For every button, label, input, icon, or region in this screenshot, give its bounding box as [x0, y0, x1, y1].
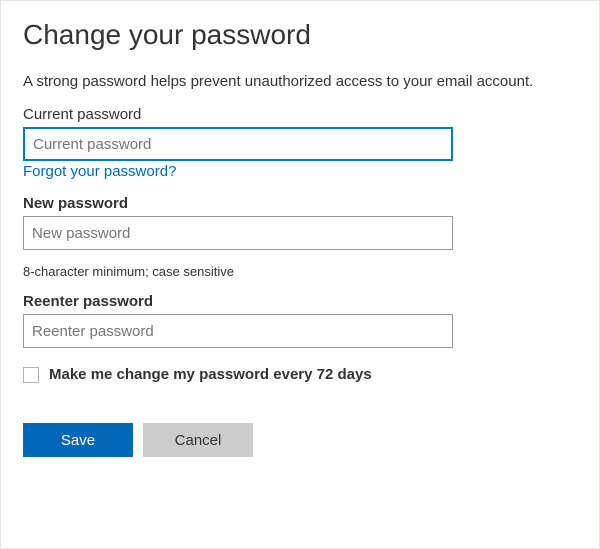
new-password-group: New password [23, 195, 577, 250]
new-password-input[interactable] [23, 216, 453, 250]
reenter-password-label: Reenter password [23, 293, 577, 310]
new-password-label: New password [23, 195, 577, 212]
reenter-password-input[interactable] [23, 314, 453, 348]
page-title: Change your password [23, 19, 577, 51]
reenter-password-group: Reenter password [23, 293, 577, 348]
rotate-password-checkbox[interactable] [23, 367, 39, 383]
current-password-label: Current password [23, 106, 577, 123]
rotate-password-label: Make me change my password every 72 days [49, 366, 372, 383]
cancel-button[interactable]: Cancel [143, 423, 253, 457]
current-password-input[interactable] [23, 127, 453, 161]
helper-text: A strong password helps prevent unauthor… [23, 73, 577, 90]
password-hint: 8-character minimum; case sensitive [23, 264, 577, 279]
rotate-password-row: Make me change my password every 72 days [23, 366, 577, 383]
current-password-group: Current password Forgot your password? [23, 106, 577, 181]
button-row: Save Cancel [23, 423, 577, 457]
forgot-password-link[interactable]: Forgot your password? [23, 163, 176, 180]
save-button[interactable]: Save [23, 423, 133, 457]
